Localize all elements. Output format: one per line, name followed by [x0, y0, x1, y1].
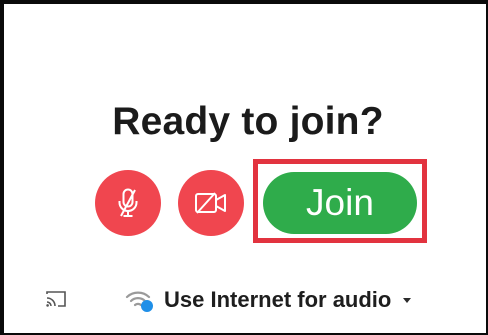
cast-icon[interactable]	[44, 289, 68, 309]
audio-option-label: Use Internet for audio	[164, 287, 392, 312]
audio-option-dropdown[interactable]: Use Internet for audio	[124, 285, 412, 315]
mute-microphone-button[interactable]	[95, 170, 161, 236]
page-title: Ready to join?	[112, 100, 384, 143]
join-dialog: Ready to join? Join Use Internet for aud…	[0, 0, 488, 335]
chevron-down-icon	[403, 297, 412, 303]
camera-off-icon	[195, 192, 226, 214]
wifi-audio-icon	[125, 291, 153, 312]
join-button[interactable]: Join	[263, 172, 417, 234]
mic-off-icon	[118, 188, 138, 217]
stop-camera-button[interactable]	[178, 170, 244, 236]
